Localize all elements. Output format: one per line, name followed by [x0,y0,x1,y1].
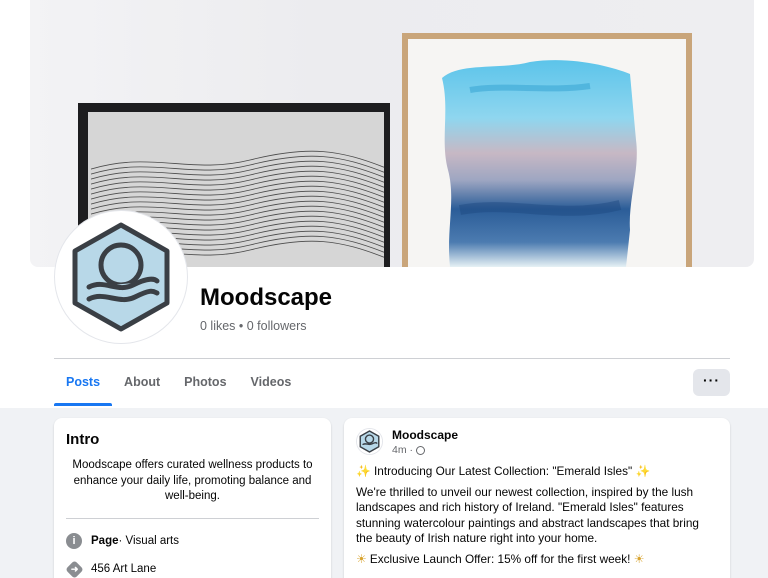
tab-photos[interactable]: Photos [172,366,238,406]
intro-address-row: ➜ 456 Art Lane [65,559,319,578]
intro-address[interactable]: 456 Art Lane [91,563,156,575]
post-avatar[interactable] [356,428,383,455]
tab-about[interactable]: About [112,366,172,406]
intro-divider [66,517,319,519]
sun-icon: ☀ [633,552,645,567]
post-offer-line: ☀ Exclusive Launch Offer: 15% off for th… [356,552,718,567]
intro-bio: Moodscape offers curated wellness produc… [72,459,313,502]
more-options-button[interactable]: ··· [693,369,730,396]
intro-card: Intro Moodscape offers curated wellness … [54,418,331,578]
intro-title: Intro [66,431,100,448]
directions-icon: ➜ [65,559,84,578]
globe-icon [416,445,425,455]
sparkle-icon: ✨ [356,464,371,478]
intro-category: · Visual arts [118,534,180,547]
sun-icon: ☀ [356,552,367,567]
post-meta: 4m · [392,444,458,456]
post-headline-line: ✨ Introducing Our Latest Collection: "Em… [356,464,718,479]
info-icon: i [66,532,82,549]
tab-posts[interactable]: Posts [54,366,113,406]
profile-avatar[interactable] [55,211,187,343]
post-description: We're thrilled to unveil our newest coll… [356,485,699,545]
profile-tabs: Posts About Photos Videos [54,366,303,406]
intro-category-row: i Page · Visual arts [66,532,319,549]
post-card: Moodscape 4m · ✨ Introducing Our Latest … [344,418,730,578]
header-divider [54,358,730,359]
post-time[interactable]: 4m · [392,444,413,456]
post-header: Moodscape 4m · [356,428,718,456]
post-headline: Introducing Our Latest Collection: "Emer… [373,464,633,478]
tab-videos[interactable]: Videos [239,366,304,406]
sparkle-icon: ✨ [635,464,651,478]
moodscape-logo-icon [59,215,183,339]
page-stats[interactable]: 0 likes • 0 followers [200,319,307,333]
intro-page-label: Page [91,534,119,547]
post-author[interactable]: Moodscape [392,428,458,442]
post-body: ✨ Introducing Our Latest Collection: "Em… [356,464,718,567]
post-offer: Exclusive Launch Offer: 15% off for the … [369,552,631,567]
moodscape-logo-icon [357,429,382,454]
page-title: Moodscape [200,284,333,311]
post-author-block: Moodscape 4m · [392,428,458,456]
